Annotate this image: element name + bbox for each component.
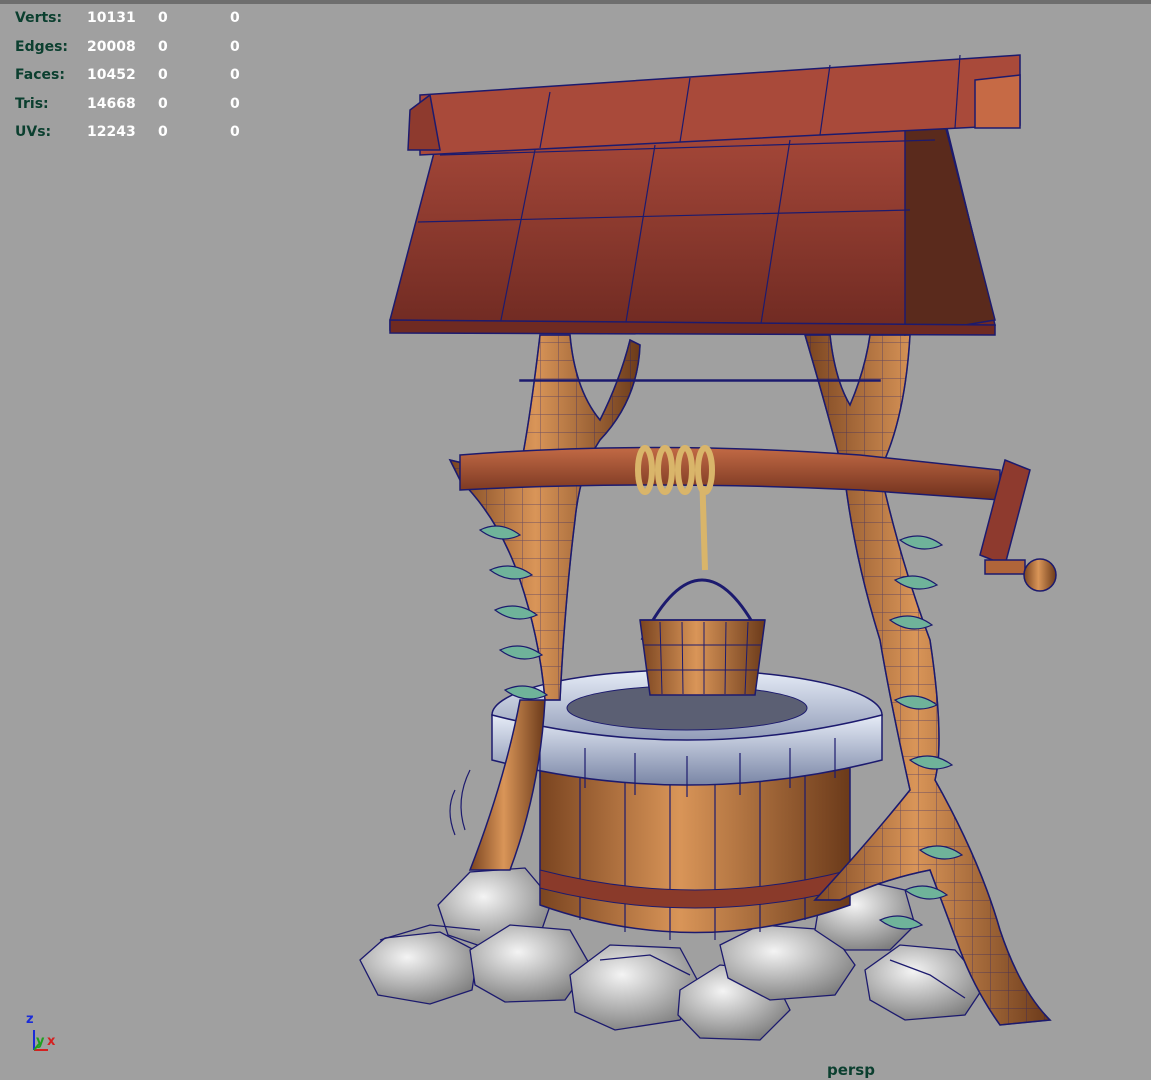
hud-value: 0 [230,95,240,112]
well-barrel [539,759,851,940]
axis-x-label: x [47,1034,56,1049]
hud-value: 14668 [87,95,136,112]
hud-row-verts: Verts: 10131 0 0 [0,4,260,33]
hud-label: Faces: [15,67,65,83]
hud-value: 0 [158,124,168,140]
hud-row-faces: Faces: 10452 0 0 [0,61,260,90]
hud-value: 0 [158,38,168,55]
hud-value: 0 [158,10,168,26]
hud-value: 20008 [87,38,136,55]
poly-count-hud: Verts: 10131 0 0 Edges: 20008 0 0 Faces:… [0,4,260,147]
hud-value: 0 [230,67,240,83]
hud-value: 10452 [87,67,136,83]
hud-row-edges: Edges: 20008 0 0 [0,33,260,62]
wishing-well-model[interactable] [0,0,1151,1080]
hud-value: 0 [230,124,240,140]
bucket [639,469,766,696]
maya-viewport[interactable]: Verts: 10131 0 0 Edges: 20008 0 0 Faces:… [0,0,1151,1080]
view-axis-gizmo: z y x [22,1012,62,1062]
roof [389,54,1021,336]
axis-y-label: y [36,1034,45,1049]
hud-row-tris: Tris: 14668 0 0 [0,90,260,119]
hud-value: 0 [230,38,240,55]
hud-value: 10131 [87,10,136,26]
hud-label: Tris: [15,95,49,112]
hud-value: 0 [230,10,240,26]
hud-label: UVs: [15,124,52,140]
camera-name-label: persp [827,1061,875,1079]
hud-value: 0 [158,67,168,83]
hud-value: 12243 [87,124,136,140]
hud-label: Edges: [15,38,69,55]
hud-row-uvs: UVs: 12243 0 0 [0,118,260,147]
hud-label: Verts: [15,10,63,26]
hud-value: 0 [158,95,168,112]
